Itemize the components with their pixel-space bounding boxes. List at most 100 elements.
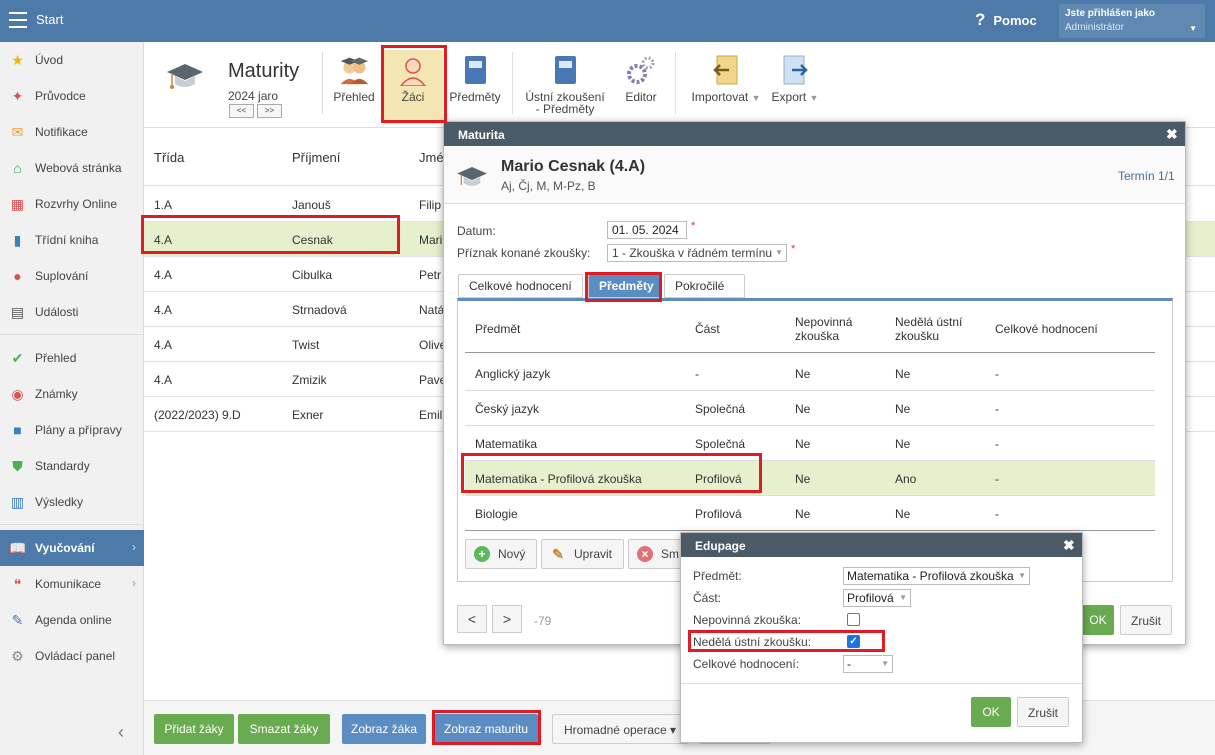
close-icon[interactable]: ✖ [1063,537,1075,554]
column-header[interactable]: Příjmení [292,150,340,165]
ustni-zkouseni-button[interactable]: Ústní zkoušení - Předměty [522,50,608,124]
sidebar-item-webova-stranka[interactable]: ⌂ Webová stránka [0,150,144,186]
zaci-button[interactable]: Žáci [383,50,443,124]
sidebar-item-label: Přehled [35,351,77,365]
sidebar-item-komunikace[interactable]: ❝ Komunikace › [0,566,144,602]
menu-icon[interactable] [9,12,27,28]
gear-icon: ⚙ [11,648,24,664]
export-label: Export [771,90,807,104]
sidebar-item-standardy[interactable]: ⛊ Standardy [0,448,144,484]
prehled-button[interactable]: Přehled [330,50,378,124]
cancel-button[interactable]: Zrušit [1017,697,1069,727]
ok-button[interactable]: OK [971,697,1011,727]
term-link[interactable]: Termín 1/1 [1118,169,1175,183]
column-header[interactable]: Nedělá ústní zkoušku [895,315,962,343]
optional-checkbox[interactable] [847,613,860,626]
cell-part: Společná [695,437,746,451]
table-row[interactable]: Český jazyk Společná Ne Ne - [465,391,1155,426]
sidebar-item-notifikace[interactable]: ✉ Notifikace [0,114,144,150]
sidebar-item-rozvrhy[interactable]: ▦ Rozvrhy Online [0,186,144,222]
sidebar-item-pruvodce[interactable]: ✦ Průvodce [0,78,144,114]
editor-button[interactable]: Editor [618,50,664,124]
table-row-selected[interactable]: Matematika - Profilová zkouška Profilová N… [465,461,1155,496]
part-select[interactable]: Profilová ▼ [843,589,911,607]
column-header[interactable]: Třída [154,150,184,165]
cell-total: - [995,472,999,486]
help-button[interactable]: ? Pomoc [975,10,1037,30]
collapse-sidebar-icon[interactable]: ‹ [118,722,124,743]
column-header[interactable]: Část [695,322,720,336]
sidebar-item-uvod[interactable]: ★ Úvod [0,42,144,78]
next-term-button[interactable]: >> [257,104,282,118]
export-button[interactable]: Export ▼ [768,50,822,124]
delete-subject-label: Sm [661,547,679,561]
sidebar-item-tridni-kniha[interactable]: ▮ Třídní kniha [0,222,144,258]
next-student-button[interactable]: > [492,605,522,633]
start-link[interactable]: Start [36,12,63,27]
part-label: Část: [693,591,722,605]
sidebar-item-ovladaci-panel[interactable]: ⚙ Ovládací panel [0,638,144,674]
cell-total: - [995,437,999,451]
add-students-button[interactable]: Přidat žáky [154,714,234,744]
sidebar-item-suplovani[interactable]: ● Suplování [0,258,144,294]
prev-student-button[interactable]: < [457,605,487,633]
cell-class: 4.A [154,373,173,387]
sidebar-item-udalosti[interactable]: ▤ Události [0,294,144,330]
ok-button[interactable]: OK [1082,605,1114,635]
tab-pokrocile[interactable]: Pokročilé [664,274,745,298]
sidebar: ★ Úvod ✦ Průvodce ✉ Notifikace ⌂ Webová strá… [0,42,144,755]
sidebar-item-prehled[interactable]: ✔ Přehled [0,340,144,376]
flag-select[interactable]: 1 - Zkouška v řádném termínu ▼ [607,244,787,262]
chat-icon: ❝ [13,576,22,592]
import-button[interactable]: Importovat ▼ [686,50,766,124]
sidebar-item-znamky[interactable]: ◉ Známky [0,376,144,412]
sidebar-item-vyucovani[interactable]: 📖 Vyučování › [0,530,144,566]
table-row[interactable]: Biologie Profilová Ne Ne - [465,496,1155,531]
book-icon [555,56,576,84]
delete-students-button[interactable]: Smazat žáky [238,714,330,744]
subject-select[interactable]: Matematika - Profilová zkouška ▼ [843,567,1030,585]
cell-total: - [995,507,999,521]
user-menu[interactable]: Jste přihlášen jako Administrátor ▼ [1059,4,1205,38]
no-oral-label: Nedělá ústní zkoušku: [693,635,812,649]
predmety-button[interactable]: Předměty [447,50,503,124]
table-row[interactable]: Anglický jazyk - Ne Ne - [465,356,1155,391]
chevron-down-icon: ▼ [881,659,889,668]
envelope-icon: ✉ [11,124,24,140]
bulk-operations-dropdown[interactable]: Hromadné operace ▾ [552,714,688,744]
sidebar-item-plany[interactable]: ■ Plány a přípravy [0,412,144,448]
grade-icon: ◉ [11,386,24,402]
star-icon: ★ [11,52,24,68]
column-header[interactable]: Předmět [475,322,520,336]
edupage-title: Edupage [681,533,1082,557]
cell-class: 4.A [154,338,173,352]
cancel-button[interactable]: Zrušit [1120,605,1172,635]
bar-chart-icon: ▥ [10,494,25,510]
sidebar-item-agenda[interactable]: ✎ Agenda online [0,602,144,638]
no-oral-checkbox[interactable]: ✓ [847,635,860,648]
show-maturita-button[interactable]: Zobraz maturitu [434,714,538,744]
column-header[interactable]: Jmé [419,150,444,165]
close-icon[interactable]: ✖ [1166,126,1178,143]
sidebar-item-label: Rozvrhy Online [35,197,118,211]
editor-label: Editor [625,90,657,104]
book-icon: ▮ [13,232,22,248]
tab-predmety[interactable]: Předměty [588,274,660,298]
prev-term-button[interactable]: << [229,104,254,118]
show-student-button[interactable]: Zobraz žáka [342,714,426,744]
table-row[interactable]: Matematika Společná Ne Ne - [465,426,1155,461]
column-header[interactable]: Celkové hodnocení [995,322,1098,336]
sidebar-item-label: Agenda online [35,613,112,627]
cell-class: 4.A [154,268,173,282]
cell-optional: Ne [795,507,811,521]
total-select[interactable]: - ▼ [843,655,893,673]
date-input[interactable]: 01. 05. 2024 [607,221,687,239]
student-header: Mario Cesnak (4.A) Aj, Čj, M, M-Pz, B Te… [444,146,1185,204]
tab-celkove-hodnoceni[interactable]: Celkové hodnocení [458,274,583,298]
delete-subject-button[interactable]: × Sm [628,539,682,569]
sidebar-item-vysledky[interactable]: ▥ Výsledky [0,484,144,520]
new-subject-button[interactable]: + Nový [465,539,537,569]
column-header[interactable]: Nepovinná zkouška [795,315,852,343]
edit-subject-button[interactable]: ✎ Upravit [541,539,624,569]
cell-class: 4.A [154,303,173,317]
